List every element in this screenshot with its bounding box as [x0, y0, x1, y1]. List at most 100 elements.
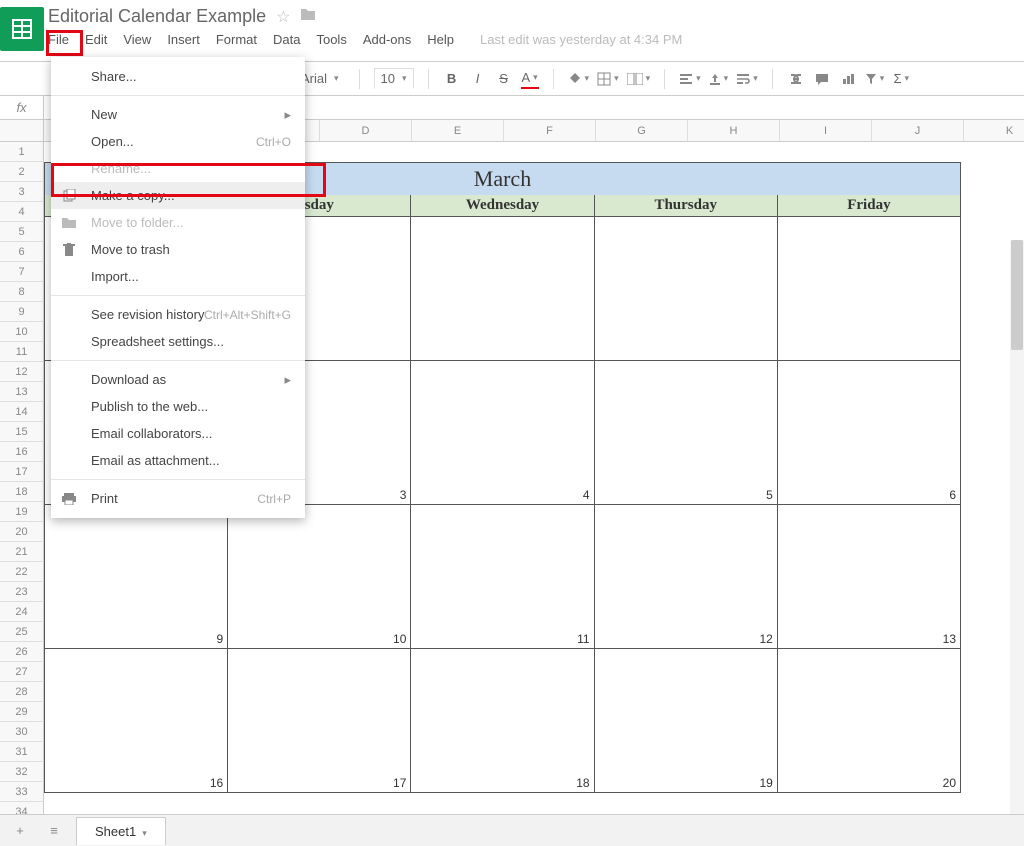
functions-button[interactable]: Σ [892, 69, 910, 89]
calendar-cell[interactable] [778, 217, 960, 360]
column-header-K[interactable]: K [964, 120, 1024, 142]
select-all-corner[interactable] [0, 120, 44, 142]
insert-link-button[interactable] [787, 69, 805, 89]
font-size-selector[interactable]: 10 [374, 68, 414, 89]
row-header-16[interactable]: 16 [0, 442, 44, 462]
menu-edit[interactable]: Edit [85, 31, 107, 49]
calendar-cell[interactable]: 10 [228, 505, 411, 648]
menu-file[interactable]: File [48, 31, 69, 49]
calendar-cell[interactable]: 5 [595, 361, 778, 504]
row-header-32[interactable]: 32 [0, 762, 44, 782]
file-menu-download[interactable]: Download as▸ [51, 366, 305, 393]
column-header-F[interactable]: F [504, 120, 596, 142]
row-header-23[interactable]: 23 [0, 582, 44, 602]
calendar-cell[interactable] [595, 217, 778, 360]
file-menu-print[interactable]: PrintCtrl+P [51, 485, 305, 512]
insert-chart-button[interactable] [839, 69, 857, 89]
file-menu-share[interactable]: Share... [51, 63, 305, 90]
row-header-3[interactable]: 3 [0, 182, 44, 202]
calendar-cell[interactable]: 13 [778, 505, 960, 648]
file-menu-open[interactable]: Open...Ctrl+O [51, 128, 305, 155]
menu-addons[interactable]: Add-ons [363, 31, 411, 49]
calendar-cell[interactable]: 19 [595, 649, 778, 792]
column-header-G[interactable]: G [596, 120, 688, 142]
row-header-34[interactable]: 34 [0, 802, 44, 814]
fill-color-button[interactable] [568, 69, 590, 89]
row-header-6[interactable]: 6 [0, 242, 44, 262]
text-color-button[interactable]: A [521, 69, 539, 89]
menu-help[interactable]: Help [427, 31, 454, 49]
column-header-I[interactable]: I [780, 120, 872, 142]
row-header-12[interactable]: 12 [0, 362, 44, 382]
row-header-9[interactable]: 9 [0, 302, 44, 322]
file-menu-settings[interactable]: Spreadsheet settings... [51, 328, 305, 355]
column-header-J[interactable]: J [872, 120, 964, 142]
menu-tools[interactable]: Tools [316, 31, 346, 49]
file-menu-move-trash[interactable]: Move to trash [51, 236, 305, 263]
row-header-5[interactable]: 5 [0, 222, 44, 242]
row-header-1[interactable]: 1 [0, 142, 44, 162]
strikethrough-button[interactable]: S [495, 69, 513, 89]
row-header-30[interactable]: 30 [0, 722, 44, 742]
row-header-27[interactable]: 27 [0, 662, 44, 682]
row-header-7[interactable]: 7 [0, 262, 44, 282]
row-header-25[interactable]: 25 [0, 622, 44, 642]
all-sheets-button[interactable]: ≡ [42, 819, 66, 843]
calendar-cell[interactable]: 6 [778, 361, 960, 504]
file-menu-publish[interactable]: Publish to the web... [51, 393, 305, 420]
column-header-D[interactable]: D [320, 120, 412, 142]
file-menu-revision[interactable]: See revision historyCtrl+Alt+Shift+G [51, 301, 305, 328]
row-header-22[interactable]: 22 [0, 562, 44, 582]
valign-button[interactable] [709, 69, 729, 89]
column-header-H[interactable]: H [688, 120, 780, 142]
row-header-14[interactable]: 14 [0, 402, 44, 422]
row-header-13[interactable]: 13 [0, 382, 44, 402]
file-menu-import[interactable]: Import... [51, 263, 305, 290]
bold-button[interactable]: B [443, 69, 461, 89]
filter-button[interactable] [865, 69, 885, 89]
insert-comment-button[interactable] [813, 69, 831, 89]
halign-button[interactable] [679, 69, 701, 89]
borders-button[interactable] [597, 69, 619, 89]
folder-icon[interactable] [300, 7, 316, 26]
row-header-4[interactable]: 4 [0, 202, 44, 222]
calendar-cell[interactable]: 20 [778, 649, 960, 792]
italic-button[interactable]: I [469, 69, 487, 89]
row-header-21[interactable]: 21 [0, 542, 44, 562]
row-header-29[interactable]: 29 [0, 702, 44, 722]
row-header-17[interactable]: 17 [0, 462, 44, 482]
file-menu-make-copy[interactable]: Make a copy... [51, 182, 305, 209]
menu-data[interactable]: Data [273, 31, 300, 49]
doc-title[interactable]: Editorial Calendar Example [48, 6, 266, 27]
star-icon[interactable]: ☆ [276, 7, 290, 27]
row-header-8[interactable]: 8 [0, 282, 44, 302]
row-header-33[interactable]: 33 [0, 782, 44, 802]
calendar-cell[interactable]: 11 [411, 505, 594, 648]
calendar-cell[interactable]: 17 [228, 649, 411, 792]
row-header-11[interactable]: 11 [0, 342, 44, 362]
add-sheet-button[interactable]: + [8, 819, 32, 843]
vertical-scrollbar[interactable] [1010, 240, 1024, 814]
menu-format[interactable]: Format [216, 31, 257, 49]
menu-view[interactable]: View [123, 31, 151, 49]
row-header-24[interactable]: 24 [0, 602, 44, 622]
row-header-18[interactable]: 18 [0, 482, 44, 502]
wrap-button[interactable] [736, 69, 758, 89]
row-header-10[interactable]: 10 [0, 322, 44, 342]
calendar-cell[interactable]: 12 [595, 505, 778, 648]
file-menu-new[interactable]: New▸ [51, 101, 305, 128]
calendar-cell[interactable]: 18 [411, 649, 594, 792]
calendar-cell[interactable]: 16 [45, 649, 228, 792]
row-header-31[interactable]: 31 [0, 742, 44, 762]
row-header-28[interactable]: 28 [0, 682, 44, 702]
calendar-cell[interactable]: 4 [411, 361, 594, 504]
column-header-E[interactable]: E [412, 120, 504, 142]
row-header-26[interactable]: 26 [0, 642, 44, 662]
sheet-tab[interactable]: Sheet1 [76, 817, 166, 845]
menu-insert[interactable]: Insert [167, 31, 200, 49]
merge-cells-button[interactable] [627, 69, 651, 89]
row-header-19[interactable]: 19 [0, 502, 44, 522]
calendar-cell[interactable]: 9 [45, 505, 228, 648]
last-edit-label[interactable]: Last edit was yesterday at 4:34 PM [480, 31, 682, 49]
sheet-tab-dropdown-icon[interactable] [142, 824, 147, 839]
